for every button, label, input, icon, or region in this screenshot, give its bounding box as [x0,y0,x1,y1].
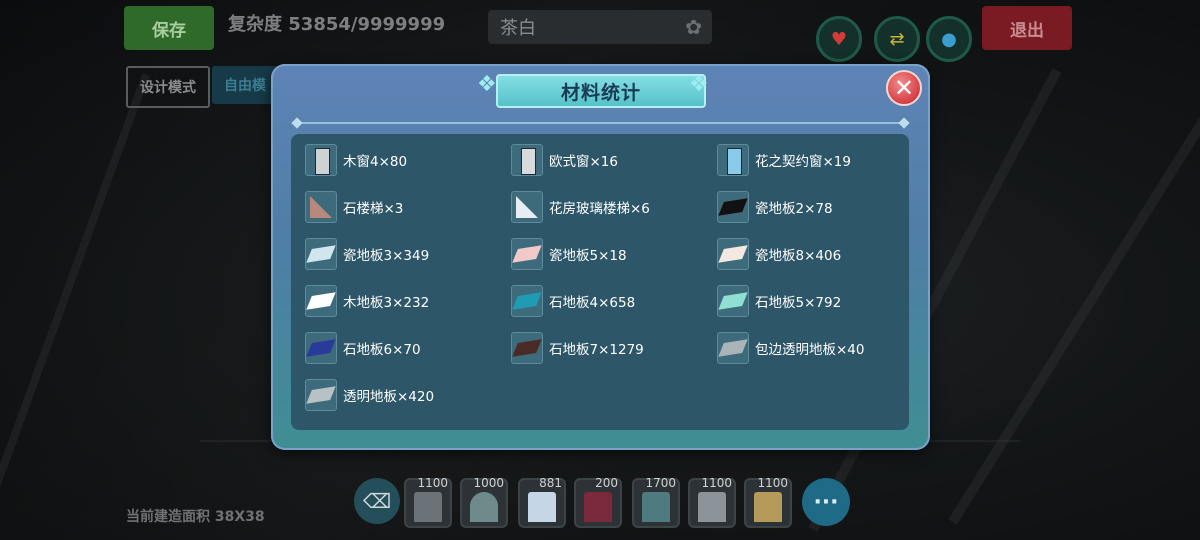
divider [297,122,904,124]
glass-door-icon [642,492,670,522]
material-label: 石地板4×658 [549,295,636,311]
tile-floor-icon [511,238,543,270]
material-item: 瓷地板2×78 [717,189,833,225]
material-item: 包边透明地板×40 [717,330,865,366]
wall-icon [414,492,442,522]
item-count: 1000 [473,476,504,490]
toolbar-item-3[interactable]: 881 [518,476,566,528]
swap-icon[interactable]: ⇄ [874,16,920,62]
wood-floor-icon [305,285,337,317]
toolbar-item-2[interactable]: 1000 [460,476,508,528]
build-area-label: 当前建造面积 38X38 [126,509,265,525]
eraser-icon: ⌫ [362,489,392,513]
material-stats-dialog: ❖ 材料统计 ❖ ✕ 木窗4×80 欧式窗×16 花之契约窗×19 石楼梯×3 花房玻璃… [271,64,930,450]
material-label: 包边透明地板×40 [755,342,865,358]
material-item: 瓷地板5×18 [511,236,627,272]
close-button[interactable]: ✕ [886,70,922,106]
material-label: 瓷地板5×18 [549,248,627,264]
material-label: 瓷地板3×349 [343,248,430,264]
column-icon [698,492,726,522]
material-item: 木地板3×232 [305,283,429,319]
toolbar-item-5[interactable]: 1700 [632,476,680,528]
wood-wall-icon [754,492,782,522]
more-button[interactable]: ··· [802,478,850,526]
material-label: 透明地板×420 [343,389,435,405]
exit-button[interactable]: 退出 [982,6,1072,50]
gear-icon[interactable]: ✿ [685,15,702,39]
item-count: 1100 [701,476,732,490]
material-label: 木地板3×232 [343,295,430,311]
ornament-icon: ❖ [689,72,709,97]
item-count: 1100 [417,476,448,490]
water-drop-icon[interactable]: ● [926,16,972,62]
stone-floor-icon [511,332,543,364]
eraser-button[interactable]: ⌫ [354,478,400,524]
wood-window-icon [305,144,337,176]
style-name: 茶白 [500,18,536,39]
toolbar-item-4[interactable]: 200 [574,476,622,528]
material-label: 木窗4×80 [343,154,408,170]
material-item: 花之契约窗×19 [717,142,851,178]
material-label: 花之契约窗×19 [755,154,851,170]
material-item: 欧式窗×16 [511,142,618,178]
arch-icon [470,492,498,522]
ornament-icon: ❖ [477,72,497,97]
door-icon [584,492,612,522]
material-label: 石地板7×1279 [549,342,644,358]
stone-stairs-icon [305,191,337,223]
item-count: 881 [539,476,562,490]
close-icon: ✕ [893,74,915,102]
material-item: 透明地板×420 [305,377,434,413]
save-button[interactable]: 保存 [124,6,214,50]
material-label: 石地板5×792 [755,295,842,311]
style-selector[interactable]: 茶白 ✿ [488,10,712,44]
material-item: 石地板5×792 [717,283,841,319]
european-window-icon [511,144,543,176]
material-item: 瓷地板8×406 [717,236,841,272]
material-item: 木窗4×80 [305,142,407,178]
item-count: 1700 [645,476,676,490]
material-item: 瓷地板3×349 [305,236,429,272]
toolbar-item-1[interactable]: 1100 [404,476,452,528]
material-item: 石地板7×1279 [511,330,644,366]
glass-stairs-icon [511,191,543,223]
item-count: 200 [595,476,618,490]
transparent-floor-icon [717,332,749,364]
material-item: 石楼梯×3 [305,189,403,225]
material-label: 欧式窗×16 [549,154,618,170]
stone-floor-icon [717,285,749,317]
material-label: 石楼梯×3 [343,201,404,217]
toolbar-item-7[interactable]: 1100 [744,476,792,528]
stone-floor-icon [511,285,543,317]
toolbar-item-6[interactable]: 1100 [688,476,736,528]
tile-floor-icon [717,191,749,223]
dialog-title: 材料统计 [496,74,706,108]
material-item: 石地板4×658 [511,283,635,319]
complexity-counter: 复杂度 53854/9999999 [228,14,446,35]
item-count: 1100 [757,476,788,490]
material-item: 石地板6×70 [305,330,421,366]
material-label: 瓷地板2×78 [755,201,833,217]
transparent-floor-icon [305,379,337,411]
design-mode-button[interactable]: 设计模式 [126,66,210,108]
stone-floor-icon [305,332,337,364]
material-label: 石地板6×70 [343,342,421,358]
material-item: 花房玻璃楼梯×6 [511,189,650,225]
material-label: 瓷地板8×406 [755,248,842,264]
window-icon [528,492,556,522]
tile-floor-icon [717,238,749,270]
tile-floor-icon [305,238,337,270]
heart-icon[interactable]: ♥ [816,16,862,62]
flower-window-icon [717,144,749,176]
material-label: 花房玻璃楼梯×6 [549,201,650,217]
